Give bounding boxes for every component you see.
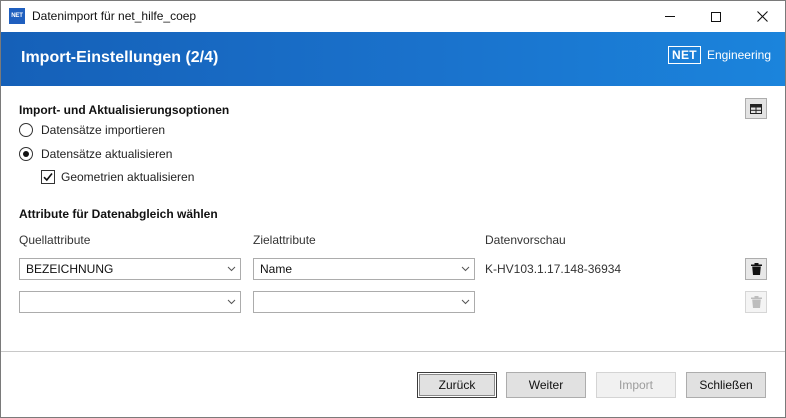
chevron-down-icon: [456, 292, 474, 312]
app-icon: NET: [9, 8, 25, 24]
back-button[interactable]: Zurück: [417, 372, 497, 398]
brand-logo: NET Engineering: [668, 46, 771, 64]
target-attribute-value: Name: [260, 262, 293, 276]
brand-logo-mark: NET: [668, 46, 701, 64]
next-button[interactable]: Weiter: [506, 372, 586, 398]
header-banner: Import-Einstellungen (2/4) NET Engineeri…: [1, 32, 785, 86]
geometry-checkbox-label: Geometrien aktualisieren: [61, 170, 195, 184]
table-icon: [750, 103, 762, 114]
title-bar[interactable]: NET Datenimport für net_hilfe_coep: [1, 1, 785, 32]
radio-update-label: Datensätze aktualisieren: [41, 147, 173, 161]
maximize-button[interactable]: [693, 1, 739, 32]
footer-divider: [1, 351, 785, 352]
trash-icon: [750, 296, 762, 308]
source-attribute-select-empty[interactable]: [19, 291, 241, 313]
delete-row-button[interactable]: [745, 258, 767, 280]
radio-import[interactable]: [19, 123, 33, 137]
source-attribute-value: BEZEICHNUNG: [26, 262, 114, 276]
source-attribute-select[interactable]: BEZEICHNUNG: [19, 258, 241, 280]
target-attribute-select[interactable]: Name: [253, 258, 475, 280]
close-button[interactable]: Schließen: [686, 372, 766, 398]
attributes-section-title: Attribute für Datenabgleich wählen: [19, 207, 218, 221]
geometry-checkbox-option[interactable]: Geometrien aktualisieren: [41, 170, 194, 184]
chevron-down-icon: [222, 259, 240, 279]
close-window-button[interactable]: [739, 1, 785, 32]
window-title: Datenimport für net_hilfe_coep: [32, 9, 197, 23]
table-view-button[interactable]: [745, 98, 767, 119]
radio-update-option[interactable]: Datensätze aktualisieren: [19, 147, 172, 161]
target-attribute-header: Zielattribute: [253, 233, 316, 247]
minimize-icon: [665, 16, 675, 17]
source-attribute-header: Quellattribute: [19, 233, 91, 247]
import-button[interactable]: Import: [596, 372, 676, 398]
geometry-checkbox[interactable]: [41, 170, 55, 184]
data-preview-header: Datenvorschau: [485, 233, 566, 247]
data-preview-value: K-HV103.1.17.148-36934: [485, 262, 622, 276]
chevron-down-icon: [456, 259, 474, 279]
page-title: Import-Einstellungen (2/4): [21, 49, 219, 66]
options-section-title: Import- und Aktualisierungsoptionen: [19, 103, 230, 117]
radio-import-label: Datensätze importieren: [41, 123, 166, 137]
radio-update[interactable]: [19, 147, 33, 161]
import-dialog-window: NET Datenimport für net_hilfe_coep Impor…: [0, 0, 786, 418]
delete-row-button-disabled[interactable]: [745, 291, 767, 313]
chevron-down-icon: [222, 292, 240, 312]
target-attribute-select-empty[interactable]: [253, 291, 475, 313]
trash-icon: [750, 263, 762, 275]
radio-selected-dot: [23, 151, 29, 157]
close-icon: [756, 11, 768, 22]
minimize-button[interactable]: [647, 1, 693, 32]
checkmark-icon: [43, 173, 53, 182]
radio-import-option[interactable]: Datensätze importieren: [19, 123, 165, 137]
brand-logo-text: Engineering: [706, 48, 771, 62]
maximize-icon: [711, 11, 721, 22]
